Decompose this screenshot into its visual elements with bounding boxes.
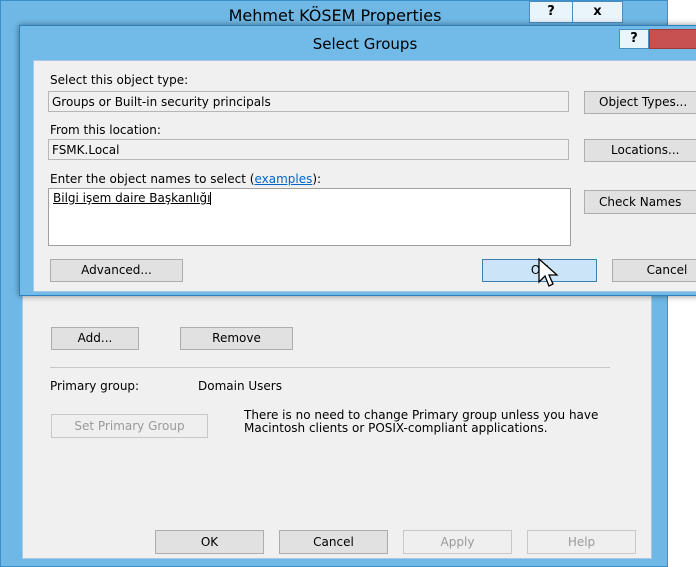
select-groups-title: Select Groups xyxy=(312,35,418,53)
primary-group-note: There is no need to change Primary group… xyxy=(244,408,599,435)
set-primary-group-button[interactable]: Set Primary Group xyxy=(51,414,208,438)
location-field: FSMK.Local xyxy=(48,139,569,160)
location-label: From this location: xyxy=(50,123,161,137)
properties-help-button[interactable]: ? xyxy=(529,1,573,23)
dialog-cancel-button[interactable]: Cancel xyxy=(612,259,696,282)
object-type-field: Groups or Built-in security principals xyxy=(48,91,569,112)
text-caret xyxy=(210,192,212,205)
object-names-text: Bilgi işem daire Başkanlığı xyxy=(53,191,211,205)
select-groups-dialog: Select Groups ? Select this object type:… xyxy=(19,25,696,296)
names-label: Enter the object names to select (exampl… xyxy=(50,172,321,186)
check-names-button[interactable]: Check Names xyxy=(584,190,696,214)
ok-button[interactable]: OK xyxy=(155,530,264,554)
object-type-label: Select this object type: xyxy=(50,73,189,87)
locations-button[interactable]: Locations... xyxy=(584,139,696,162)
primary-group-value: Domain Users xyxy=(198,379,282,393)
select-groups-close-button[interactable] xyxy=(649,29,696,49)
object-types-button[interactable]: Object Types... xyxy=(584,91,696,114)
cancel-button[interactable]: Cancel xyxy=(279,530,388,554)
primary-group-label: Primary group: xyxy=(50,379,140,393)
advanced-button[interactable]: Advanced... xyxy=(50,259,183,282)
properties-close-button[interactable]: x xyxy=(573,1,623,23)
add-button[interactable]: Add... xyxy=(51,327,139,350)
names-label-suffix: ): xyxy=(312,172,322,186)
examples-link[interactable]: examples xyxy=(254,172,312,186)
object-names-input[interactable]: Bilgi işem daire Başkanlığı xyxy=(48,188,571,246)
names-label-prefix: Enter the object names to select ( xyxy=(50,172,255,186)
separator xyxy=(50,367,610,368)
select-groups-help-button[interactable]: ? xyxy=(619,29,649,49)
mouse-pointer-icon xyxy=(538,258,559,287)
apply-button[interactable]: Apply xyxy=(403,530,512,554)
help-button[interactable]: Help xyxy=(527,530,636,554)
remove-button[interactable]: Remove xyxy=(180,327,293,350)
select-groups-client-area: Select this object type: Groups or Built… xyxy=(33,60,696,292)
